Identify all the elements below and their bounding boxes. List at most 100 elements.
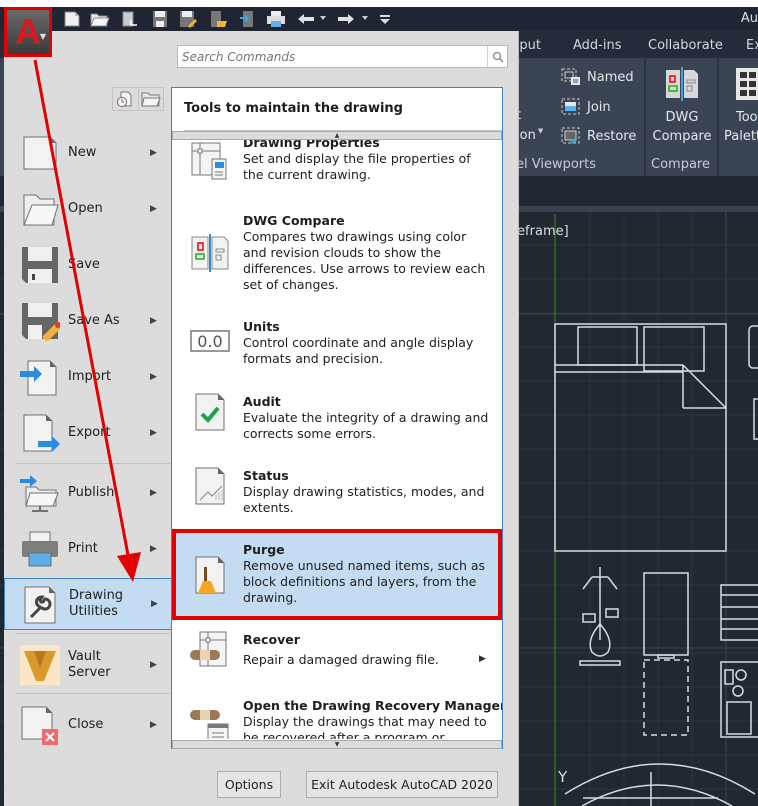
- undo-dropdown-icon[interactable]: [318, 9, 330, 29]
- open-folder-icon: [23, 194, 59, 226]
- autocad-logo-icon: A: [15, 11, 41, 52]
- ribbon-tab-collaborate[interactable]: Collaborate: [648, 38, 723, 53]
- submenu-item-purge[interactable]: Purge Remove unused named items, such as…: [172, 531, 502, 620]
- menu-item-label: Save: [68, 257, 100, 272]
- named-viewports-button[interactable]: Named: [561, 68, 634, 86]
- redo-icon[interactable]: [336, 9, 356, 29]
- drawing-properties-icon: [191, 142, 227, 180]
- menu-item-new[interactable]: New ▶: [14, 127, 171, 179]
- menu-item-close[interactable]: Close ▶: [14, 699, 171, 751]
- submenu-arrow-icon: ▶: [150, 544, 157, 554]
- ribbon-tab-add-ins[interactable]: Add-ins: [573, 38, 621, 53]
- plot-icon[interactable]: [266, 9, 286, 29]
- submenu-arrow-icon[interactable]: ▶: [479, 654, 486, 664]
- menu-item-export[interactable]: Export ▶: [14, 407, 171, 459]
- submenu-arrow-icon: ▶: [151, 599, 158, 609]
- recent-documents-icon[interactable]: [113, 88, 138, 110]
- units-icon: 0.0: [190, 330, 230, 352]
- dwg-compare-ribbon-label-2: Compare: [652, 129, 712, 144]
- join-viewports-icon: [561, 98, 580, 115]
- menu-item-print[interactable]: Print ▶: [14, 523, 171, 575]
- save-as-icon: [22, 303, 60, 341]
- ucs-y-axis-label: Y: [557, 768, 568, 786]
- app-title: Au: [740, 11, 758, 26]
- viewport-visual-style-label[interactable]: reframe]: [512, 224, 569, 239]
- tool-palettes-button[interactable]: Too Palett: [722, 66, 758, 152]
- publish-icon: [20, 475, 59, 512]
- search-commands-input[interactable]: [178, 46, 487, 67]
- menu-item-label: Import: [68, 369, 112, 384]
- menu-item-label-line1: Vault: [68, 649, 101, 664]
- tool-palettes-icon: [736, 68, 758, 100]
- menu-separator: [16, 633, 170, 634]
- open-icon[interactable]: [90, 9, 110, 29]
- submenu-arrow-icon: ▶: [150, 660, 157, 670]
- options-button[interactable]: Options: [217, 771, 281, 798]
- submenu-item-title: Audit: [243, 394, 281, 409]
- submenu-arrow-icon: ▶: [150, 488, 157, 498]
- menu-item-save[interactable]: Save: [14, 239, 171, 291]
- search-icon[interactable]: [487, 46, 507, 67]
- menu-separator: [16, 693, 170, 694]
- save-as-icon[interactable]: [178, 9, 198, 29]
- search-commands-field[interactable]: [177, 45, 508, 68]
- new-icon[interactable]: [62, 9, 82, 29]
- submenu-item-drawing-properties[interactable]: Drawing Properties Set and display the f…: [172, 140, 502, 203]
- undo-icon[interactable]: [296, 9, 316, 29]
- scroll-up-button[interactable]: ▲: [172, 131, 502, 140]
- submenu-arrow-icon: ▶: [150, 372, 157, 382]
- viewports-panel-label: el Viewports: [516, 157, 597, 172]
- submenu-arrow-icon: ▶: [150, 204, 157, 214]
- named-viewports-label: Named: [587, 69, 634, 85]
- join-viewports-button[interactable]: Join: [561, 98, 611, 116]
- viewport-partial-button[interactable]: ion ▼: [516, 126, 544, 144]
- scroll-down-button[interactable]: ▼: [172, 740, 502, 749]
- dwg-compare-ribbon-button[interactable]: DWG Compare: [650, 66, 714, 152]
- print-icon: [22, 531, 58, 567]
- redo-dropdown-icon[interactable]: [360, 9, 372, 29]
- save-icon[interactable]: [150, 9, 170, 29]
- menu-item-label: Drawing Utilities: [69, 588, 123, 620]
- submenu-item-audit[interactable]: Audit Evaluate the integrity of a drawin…: [172, 393, 502, 446]
- menu-item-import[interactable]: Import ▶: [14, 351, 171, 403]
- open-from-web-icon[interactable]: [120, 9, 140, 29]
- recent-open-toggle: [112, 87, 164, 111]
- vault-icon: [20, 645, 60, 685]
- menu-item-publish[interactable]: Publish ▶: [14, 467, 171, 519]
- import-icon: [20, 360, 57, 396]
- restore-viewports-label: Restore: [587, 128, 637, 144]
- scroll-down-icon: ▼: [334, 741, 340, 748]
- scroll-up-icon: ▲: [334, 132, 340, 139]
- restore-viewports-button[interactable]: Restore: [561, 127, 636, 145]
- dwg-compare-ribbon-icon: [666, 67, 698, 101]
- save-disk-icon: [22, 247, 58, 283]
- submenu-item-dwg-compare[interactable]: DWG Compare Compares two drawings using …: [172, 213, 502, 297]
- ribbon-tab-express[interactable]: Ex: [746, 38, 758, 53]
- panel-divider: [644, 58, 646, 176]
- purge-icon: [195, 556, 225, 594]
- svg-text:0.0: 0.0: [197, 332, 222, 351]
- status-icon: [195, 467, 225, 505]
- dwg-compare-ribbon-label-1: DWG: [665, 110, 699, 125]
- exit-autocad-button[interactable]: Exit Autodesk AutoCAD 2020: [306, 771, 498, 798]
- dropdown-caret-icon: ▼: [537, 126, 544, 135]
- submenu-item-recover[interactable]: Recover Repair a damaged drawing file. ▶: [172, 631, 502, 684]
- submenu-item-description: Compares two drawings using color and re…: [243, 229, 486, 292]
- submenu-item-status[interactable]: Status Display drawing statistics, modes…: [172, 467, 502, 520]
- menu-item-label: Open: [68, 201, 103, 216]
- open-documents-icon[interactable]: [137, 88, 164, 110]
- customize-qat-icon[interactable]: [378, 9, 392, 29]
- submenu-item-units[interactable]: 0.0 Units Control coordinate and angle d…: [172, 319, 502, 371]
- menu-item-open[interactable]: Open ▶: [14, 183, 171, 235]
- menu-item-vault-server[interactable]: Vault Server ▶: [14, 639, 171, 691]
- dropdown-caret-icon: ▼: [39, 32, 46, 41]
- menu-item-save-as[interactable]: Save As ▶: [14, 295, 171, 347]
- submenu-list: Drawing Properties Set and display the f…: [172, 140, 502, 739]
- save-to-mobile-icon[interactable]: [238, 9, 258, 29]
- menu-item-drawing-utilities[interactable]: Drawing Utilities ▶: [4, 578, 172, 630]
- submenu-item-recovery-manager[interactable]: Open the Drawing Recovery Manager Displa…: [172, 698, 502, 739]
- application-button[interactable]: A ▼: [4, 7, 52, 57]
- submenu-arrow-icon: ▶: [150, 316, 157, 326]
- open-from-mobile-icon[interactable]: [208, 9, 228, 29]
- menu-item-label: Export: [68, 425, 111, 440]
